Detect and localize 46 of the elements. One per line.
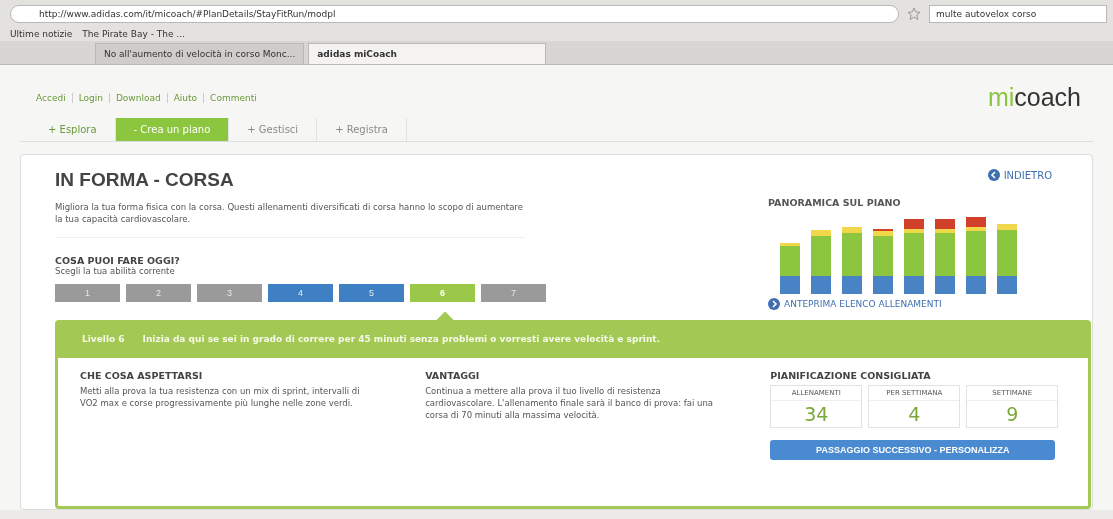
back-link[interactable]: INDIETRO — [1003, 169, 1052, 181]
plan-title: IN FORMA - CORSA — [55, 169, 235, 191]
level-button[interactable]: 7 — [481, 284, 546, 302]
level-name: Livello 6 — [82, 334, 125, 344]
level-button[interactable]: 2 — [126, 284, 191, 302]
plan-description: Migliora la tua forma fisica con la corsa. Questi allenamenti diversificati di corsa hanno lo scopo di aumentare la tua capacità cardiovascolare. — [55, 201, 525, 238]
stat-value: 9 — [1005, 402, 1020, 427]
bookmark-link[interactable]: Ultime notizie — [10, 29, 73, 39]
section-heading: PANORAMICA SUL PIANO — [768, 197, 902, 208]
column-heading: VANTAGGI — [425, 370, 481, 381]
column-heading: PIANIFICAZIONE CONSIGLIATA — [770, 370, 932, 381]
logo: micoach — [987, 83, 1081, 112]
level-button[interactable]: 5 — [339, 284, 404, 302]
header-link[interactable]: Login — [78, 92, 103, 103]
chart-bar — [811, 230, 831, 294]
chart-bar — [997, 224, 1017, 294]
header-link[interactable]: Aiuto — [173, 92, 198, 103]
level-description: Inizia da qui se sei in grado di correre per 45 minuti senza problemi o vorresti avere velocità e sprint. — [142, 334, 661, 344]
section-heading: COSA PUOI FARE OGGI? — [55, 255, 181, 266]
stat-value: 4 — [907, 402, 922, 427]
column-text: Metti alla prova la tua resistenza con un mix di sprint, intervalli di VO2 max e corse progressivamente più lunghe nelle zone verdi. — [80, 385, 361, 409]
header-link[interactable]: Download — [115, 92, 161, 103]
header-link[interactable]: Accedi — [36, 92, 66, 103]
level-button[interactable]: 4 — [268, 284, 333, 302]
stat-value: 34 — [803, 402, 830, 427]
hint-text: Scegli la tua abilità corrente — [55, 266, 176, 276]
level-button[interactable]: 1 — [55, 284, 120, 302]
preview-link[interactable]: ANTEPRIMA ELENCO ALLENAMENTI — [784, 299, 942, 309]
search-field[interactable]: multe autovelox corso — [929, 5, 1107, 23]
next-button[interactable]: PASSAGGIO SUCCESSIVO - PERSONALIZZA — [770, 440, 1056, 460]
chart-bar — [780, 243, 800, 294]
level-button[interactable]: 3 — [197, 284, 262, 302]
browser-tab[interactable]: adidas miCoach — [308, 43, 547, 64]
chart-bar — [842, 227, 862, 294]
address-field[interactable]: http://www.adidas.com/it/micoach/#PlanDetails/StayFitRun/modpl — [10, 5, 899, 23]
browser-tab[interactable]: No all'aumento di velocità in corso Monc... — [95, 43, 305, 64]
bookmark-link[interactable]: The Pirate Bay - The ... — [82, 29, 185, 39]
column-heading: CHE COSA ASPETTARSI — [80, 370, 204, 381]
star-icon[interactable] — [907, 7, 921, 21]
back-icon — [987, 169, 1000, 181]
level-button[interactable]: 6 — [410, 284, 475, 302]
chart-bar — [873, 229, 893, 294]
nav-tab[interactable]: - Crea un piano — [115, 118, 230, 141]
column-text: Continua a mettere alla prova il tuo livello di resistenza cardiovascolare. L'allenamento finale sarà il banco di prova: fai una corsa di 70 minuti alla massima velocità. — [425, 385, 715, 421]
header-link[interactable]: Commenti — [210, 92, 257, 103]
nav-tab[interactable]: + Esplora — [30, 118, 116, 141]
